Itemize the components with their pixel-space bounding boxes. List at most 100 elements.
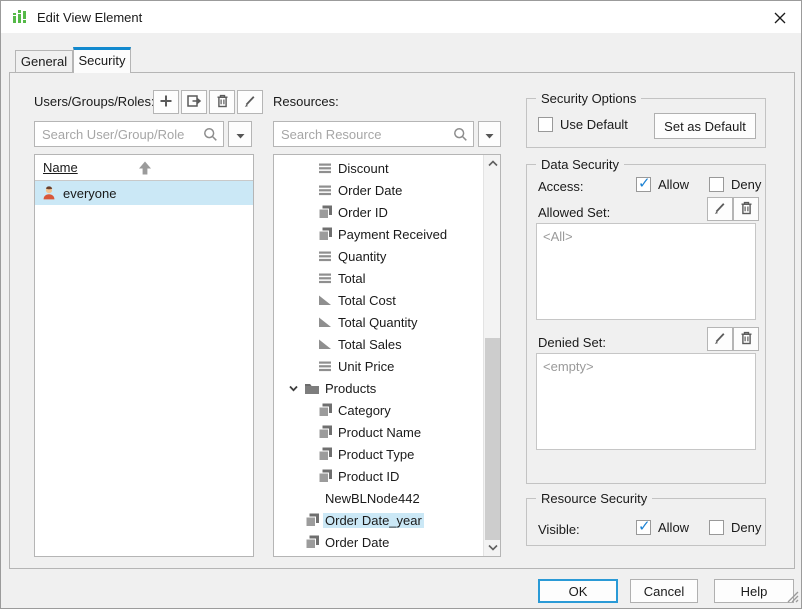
scrollbar-thumb[interactable] bbox=[485, 338, 500, 540]
tree-item-label: Product Name bbox=[336, 425, 423, 440]
visible-allow-checkbox-row[interactable]: Allow bbox=[636, 520, 689, 535]
tree-item[interactable]: Unit Price bbox=[274, 355, 483, 377]
detail-lines-icon bbox=[317, 359, 333, 373]
table-row[interactable]: everyone bbox=[35, 181, 253, 205]
delete-user-button[interactable] bbox=[209, 90, 235, 114]
sort-ascending-icon bbox=[138, 160, 152, 179]
visible-allow-checkbox[interactable] bbox=[636, 520, 651, 535]
tree-item[interactable]: Product Type bbox=[274, 443, 483, 465]
tree-item[interactable]: Product Name bbox=[274, 421, 483, 443]
name-column-header[interactable]: Name bbox=[43, 160, 78, 175]
denied-set-box[interactable]: <empty> bbox=[536, 353, 756, 450]
access-allow-label: Allow bbox=[658, 177, 689, 192]
edit-allowed-set-button[interactable] bbox=[707, 197, 733, 221]
access-deny-label: Deny bbox=[731, 177, 761, 192]
allowed-set-label: Allowed Set: bbox=[538, 205, 610, 220]
cancel-button[interactable]: Cancel bbox=[630, 579, 698, 603]
plus-icon bbox=[159, 94, 173, 111]
ok-button[interactable]: OK bbox=[538, 579, 618, 603]
tree-item-label: Products bbox=[323, 381, 378, 396]
pencil-icon bbox=[243, 94, 257, 111]
tree-item[interactable]: Payment Received bbox=[274, 223, 483, 245]
tree-item[interactable]: Total Quantity bbox=[274, 311, 483, 333]
access-allow-checkbox-row[interactable]: Allow bbox=[636, 177, 689, 192]
help-button[interactable]: Help bbox=[714, 579, 794, 603]
access-label: Access: bbox=[538, 179, 584, 194]
tree-item-label: Order Date_year bbox=[323, 513, 424, 528]
tree-scrollbar[interactable] bbox=[483, 155, 500, 556]
use-default-checkbox-row[interactable]: Use Default bbox=[538, 117, 628, 132]
add-user-button[interactable] bbox=[153, 90, 179, 114]
tab-security[interactable]: Security bbox=[73, 47, 131, 73]
user-search bbox=[34, 121, 224, 147]
set-as-default-button[interactable]: Set as Default bbox=[654, 113, 756, 139]
tree-item-label: Total bbox=[336, 271, 367, 286]
edit-user-button[interactable] bbox=[237, 90, 263, 114]
tree-item[interactable]: Category bbox=[274, 399, 483, 421]
resource-security-title: Resource Security bbox=[536, 491, 652, 506]
access-allow-checkbox[interactable] bbox=[636, 177, 651, 192]
tree-item-label: NewBLNode442 bbox=[323, 491, 422, 506]
tree-item[interactable]: Quantity bbox=[274, 245, 483, 267]
visible-deny-checkbox-row[interactable]: Deny bbox=[709, 520, 761, 535]
user-name: everyone bbox=[63, 186, 116, 201]
access-deny-checkbox-row[interactable]: Deny bbox=[709, 177, 761, 192]
expander-chevron-down-icon[interactable] bbox=[288, 383, 304, 394]
tree-item[interactable]: Product ID bbox=[274, 465, 483, 487]
tree-item-label: Category bbox=[336, 403, 393, 418]
cube-icon bbox=[304, 535, 320, 550]
resize-grip[interactable] bbox=[786, 590, 799, 606]
trash-icon bbox=[216, 94, 229, 111]
user-search-input[interactable] bbox=[34, 121, 224, 147]
tree-item-label: Order ID bbox=[336, 205, 390, 220]
measure-icon bbox=[317, 315, 333, 329]
scroll-up-icon[interactable] bbox=[484, 155, 501, 172]
tree-item-label: Order Date bbox=[336, 183, 404, 198]
user-search-dropdown-button[interactable] bbox=[228, 121, 252, 147]
tree-item[interactable]: Total Cost bbox=[274, 289, 483, 311]
tree-item[interactable]: Total bbox=[274, 267, 483, 289]
scroll-down-icon[interactable] bbox=[484, 539, 501, 556]
visible-deny-checkbox[interactable] bbox=[709, 520, 724, 535]
tree-item[interactable]: Order Date_year bbox=[274, 509, 483, 531]
tree-item-label: Payment Received bbox=[336, 227, 449, 242]
use-default-checkbox[interactable] bbox=[538, 117, 553, 132]
cube-icon bbox=[317, 403, 333, 418]
tree-item-label: Total Quantity bbox=[336, 315, 420, 330]
close-icon[interactable] bbox=[771, 10, 789, 26]
tree-item[interactable]: Order Date bbox=[274, 179, 483, 201]
export-user-button[interactable] bbox=[181, 90, 207, 114]
folder-icon bbox=[304, 381, 320, 395]
tree-item[interactable]: Products bbox=[274, 377, 483, 399]
detail-lines-icon bbox=[317, 161, 333, 175]
edit-denied-set-button[interactable] bbox=[707, 327, 733, 351]
pencil-icon bbox=[713, 201, 727, 218]
users-table-header[interactable]: Name bbox=[35, 155, 253, 181]
tree-item[interactable]: Total Sales bbox=[274, 333, 483, 355]
trash-icon bbox=[740, 201, 753, 218]
visible-deny-label: Deny bbox=[731, 520, 761, 535]
resource-search-input[interactable] bbox=[273, 121, 474, 147]
allowed-set-box[interactable]: <All> bbox=[536, 223, 756, 320]
tree-item[interactable]: NewBLNode442 bbox=[274, 487, 483, 509]
users-groups-roles-label: Users/Groups/Roles: bbox=[34, 94, 155, 109]
tab-general[interactable]: General bbox=[15, 50, 73, 73]
tree-item[interactable]: Order ID bbox=[274, 201, 483, 223]
clear-allowed-set-button[interactable] bbox=[733, 197, 759, 221]
tree-item-label: Unit Price bbox=[336, 359, 396, 374]
tree-item[interactable]: Order Date bbox=[274, 531, 483, 553]
tree-item[interactable]: Discount bbox=[274, 157, 483, 179]
access-deny-checkbox[interactable] bbox=[709, 177, 724, 192]
resources-tree: Discount Order Date Order ID Payment Receiv… bbox=[273, 154, 501, 557]
resources-tree-body: Discount Order Date Order ID Payment Receiv… bbox=[274, 155, 483, 556]
app-logo-icon bbox=[11, 8, 29, 26]
clear-denied-set-button[interactable] bbox=[733, 327, 759, 351]
users-toolbar bbox=[153, 90, 263, 114]
users-table: Name everyone bbox=[34, 154, 254, 557]
resource-search-dropdown-button[interactable] bbox=[478, 121, 501, 147]
cube-icon bbox=[304, 513, 320, 528]
cube-icon bbox=[317, 205, 333, 220]
measure-icon bbox=[317, 337, 333, 351]
tree-item-label: Total Cost bbox=[336, 293, 398, 308]
data-security-title: Data Security bbox=[536, 157, 624, 172]
